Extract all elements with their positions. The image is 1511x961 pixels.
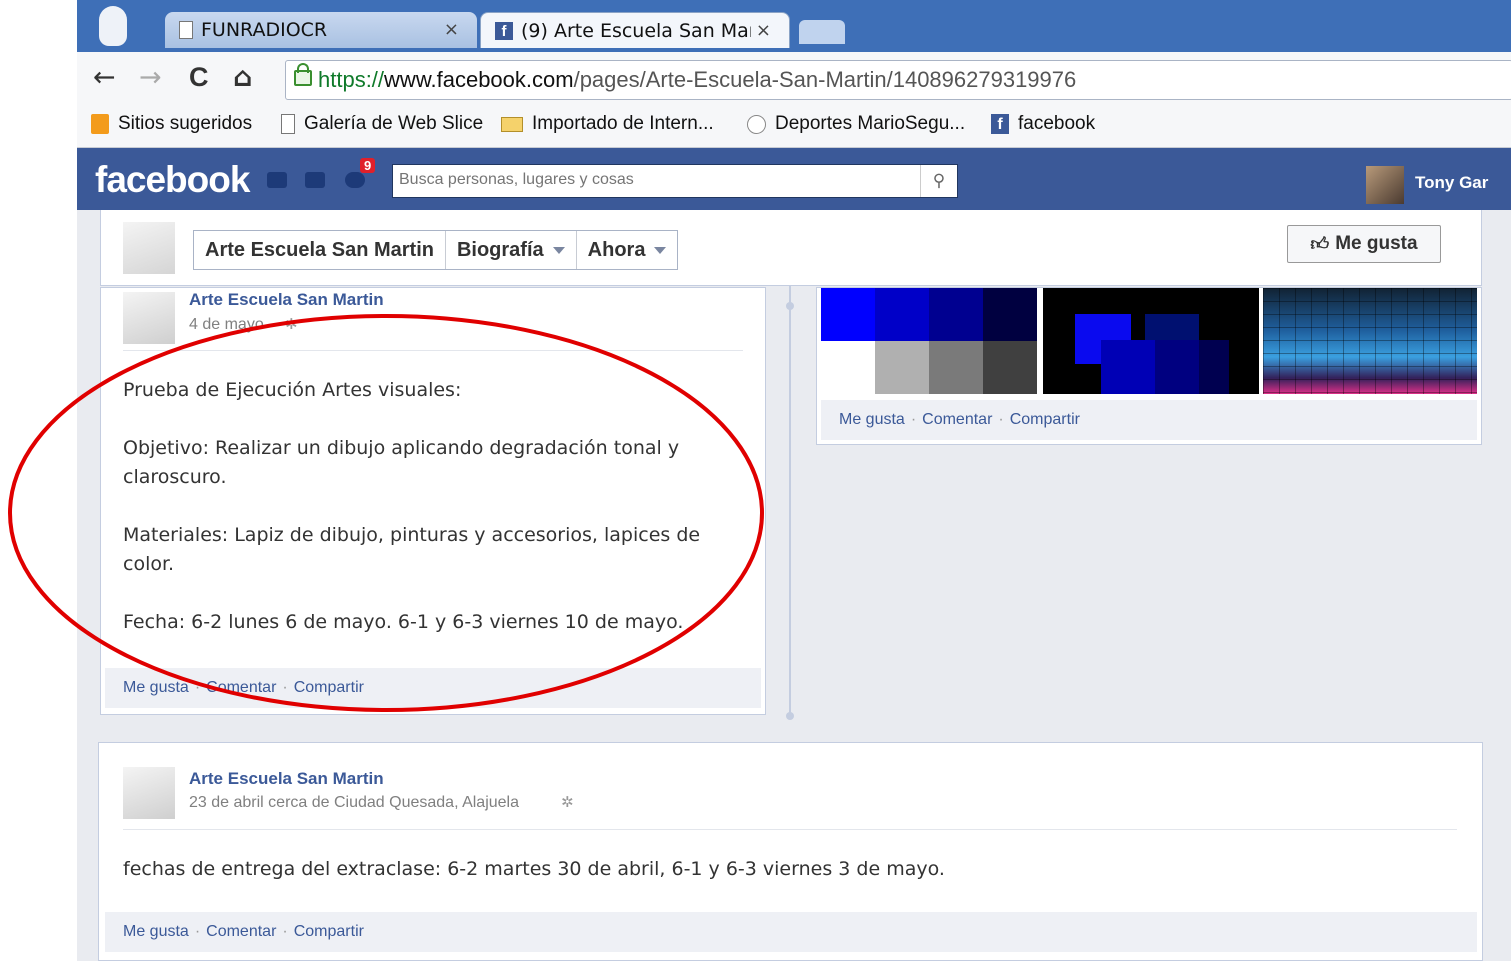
divider (123, 350, 743, 351)
close-tab-icon[interactable]: × (756, 20, 771, 41)
timeline-dot (786, 302, 794, 310)
url-scheme: https:// (318, 67, 385, 92)
bookmark-importado[interactable]: Importado de Intern... (501, 113, 714, 135)
browser-tab-facebook[interactable]: f (9) Arte Escuela San Martin × (480, 12, 790, 48)
bookmark-facebook[interactable]: f facebook (991, 113, 1095, 135)
post-paragraph: Objetivo: Realizar un dibujo aplicando d… (123, 437, 680, 488)
browser-toolbar: ← → C ⌂ https://www.facebook.com/pages/A… (77, 52, 1511, 107)
bookmark-deportes[interactable]: Deportes MarioSegu... (747, 113, 965, 135)
like-link[interactable]: Me gusta (123, 679, 189, 697)
folder-icon (501, 116, 523, 132)
bookmark-sitios-sugeridos[interactable]: Sitios sugeridos (91, 113, 252, 135)
tab-label: Ahora (587, 238, 646, 261)
comment-link[interactable]: Comentar (922, 411, 992, 429)
url-text: https://www.facebook.com/pages/Arte-Escu… (318, 67, 1076, 93)
facebook-icon: f (495, 21, 513, 40)
bookmark-label: Sitios sugeridos (118, 113, 253, 134)
post-actions: Me gusta · Comentar · Compartir (105, 912, 1477, 952)
messages-icon[interactable] (305, 172, 325, 188)
chevron-down-icon (552, 246, 565, 254)
like-link[interactable]: Me gusta (839, 411, 905, 429)
tab-label: FUNRADIOCR (201, 19, 328, 41)
post-author[interactable]: Arte Escuela San Martin (189, 769, 384, 789)
author-avatar[interactable] (123, 292, 175, 344)
search-input[interactable] (393, 165, 925, 195)
page-name-link[interactable]: Arte Escuela San Martin (194, 231, 446, 269)
post-date[interactable]: 23 de abril cerca de Ciudad Quesada, Ala… (189, 794, 519, 812)
divider (123, 829, 1457, 830)
tab-ahora[interactable]: Ahora (577, 231, 678, 269)
friend-requests-icon[interactable] (267, 172, 287, 188)
tab-biografia[interactable]: Biografía (446, 231, 577, 269)
post-body: Prueba de Ejecución Artes visuales: Obje… (123, 376, 723, 637)
like-link[interactable]: Me gusta (123, 923, 189, 941)
browser-profile-icon[interactable] (99, 6, 127, 46)
comment-link[interactable]: Comentar (206, 923, 276, 941)
notifications-icon[interactable] (345, 172, 365, 188)
notifications-badge: 9 (360, 158, 376, 173)
photo-color-grid[interactable] (1263, 288, 1477, 394)
share-link[interactable]: Compartir (294, 679, 364, 697)
post-actions: Me gusta · Comentar · Compartir (821, 400, 1477, 440)
facebook-icon: f (991, 114, 1009, 134)
post-date[interactable]: 4 de mayo (189, 316, 264, 334)
forward-icon[interactable]: → (139, 62, 162, 93)
user-avatar[interactable] (1366, 166, 1404, 204)
thumbs-up-icon: 👍︎ (1310, 234, 1330, 254)
home-icon[interactable]: ⌂ (233, 62, 252, 93)
new-tab-button[interactable] (799, 20, 845, 44)
timeline-dot (786, 712, 794, 720)
facebook-logo[interactable]: facebook (95, 159, 250, 201)
bookmark-label: facebook (1018, 113, 1096, 134)
share-link[interactable]: Compartir (294, 923, 364, 941)
gear-icon[interactable]: ✲ (285, 315, 298, 333)
post-body: fechas de entrega del extraclase: 6-2 ma… (123, 858, 945, 880)
timeline-spine (789, 286, 791, 716)
browser-tab-strip: FUNRADIOCR × f (9) Arte Escuela San Mart… (77, 0, 1511, 52)
photo-blue-grey-gradient[interactable] (821, 288, 1037, 394)
page-nav: Arte Escuela San Martin Biografía Ahora (193, 230, 679, 270)
tab-label: (9) Arte Escuela San Martin (521, 19, 751, 42)
post-card: Me gusta · Comentar · Compartir (816, 287, 1482, 445)
author-avatar[interactable] (123, 767, 175, 819)
browser-tab-funradiocr[interactable]: FUNRADIOCR × (165, 12, 477, 48)
page-icon (281, 114, 295, 134)
reload-icon[interactable]: C (189, 62, 209, 93)
share-link[interactable]: Compartir (1010, 411, 1080, 429)
post-author[interactable]: Arte Escuela San Martin (189, 290, 384, 310)
like-page-label: Me gusta (1335, 233, 1418, 254)
bookmark-label: Deportes MarioSegu... (775, 113, 966, 134)
bookmark-galeria-web-slice[interactable]: Galería de Web Slice (281, 113, 483, 135)
page-thumbnail[interactable] (123, 222, 175, 274)
bookmark-label: Galería de Web Slice (304, 113, 484, 134)
address-bar[interactable]: https://www.facebook.com/pages/Arte-Escu… (285, 60, 1511, 100)
facebook-top-bar: facebook 9 ⚲ Tony Gar (77, 148, 1511, 211)
url-path: /pages/Arte-Escuela-San-Martin/140896279… (573, 67, 1077, 92)
page-header: Arte Escuela San Martin Biografía Ahora … (100, 210, 1482, 286)
site-icon (747, 114, 766, 134)
post-paragraph: Prueba de Ejecución Artes visuales: (123, 379, 462, 401)
suggested-sites-icon (91, 114, 109, 134)
lock-icon (294, 63, 312, 86)
back-icon[interactable]: ← (93, 62, 116, 93)
tab-label: Biografía (456, 238, 544, 261)
close-tab-icon[interactable]: × (444, 19, 459, 40)
user-name[interactable]: Tony Gar (1415, 173, 1488, 193)
post-card: Arte Escuela San Martin 4 de mayo ✲ Prue… (100, 287, 766, 715)
chevron-down-icon (654, 246, 667, 254)
like-page-button[interactable]: 👍︎ Me gusta (1287, 225, 1441, 263)
post-paragraph: Fecha: 6-2 lunes 6 de mayo. 6-1 y 6-3 vi… (123, 611, 684, 633)
post-paragraph: Materiales: Lapiz de dibujo, pinturas y … (123, 524, 701, 575)
bookmark-label: Importado de Intern... (532, 113, 714, 134)
bookmarks-bar: Sitios sugeridos Galería de Web Slice Im… (77, 107, 1511, 148)
photo-blue-squares[interactable] (1043, 288, 1259, 394)
page-icon (179, 21, 193, 39)
url-domain: www.facebook.com (384, 67, 574, 92)
gear-icon[interactable]: ✲ (561, 793, 574, 811)
comment-link[interactable]: Comentar (206, 679, 276, 697)
post-actions: Me gusta · Comentar · Compartir (105, 668, 761, 708)
post-card: Arte Escuela San Martin 23 de abril cerc… (98, 742, 1483, 961)
search-icon[interactable]: ⚲ (920, 165, 957, 197)
facebook-search: ⚲ (392, 164, 958, 198)
